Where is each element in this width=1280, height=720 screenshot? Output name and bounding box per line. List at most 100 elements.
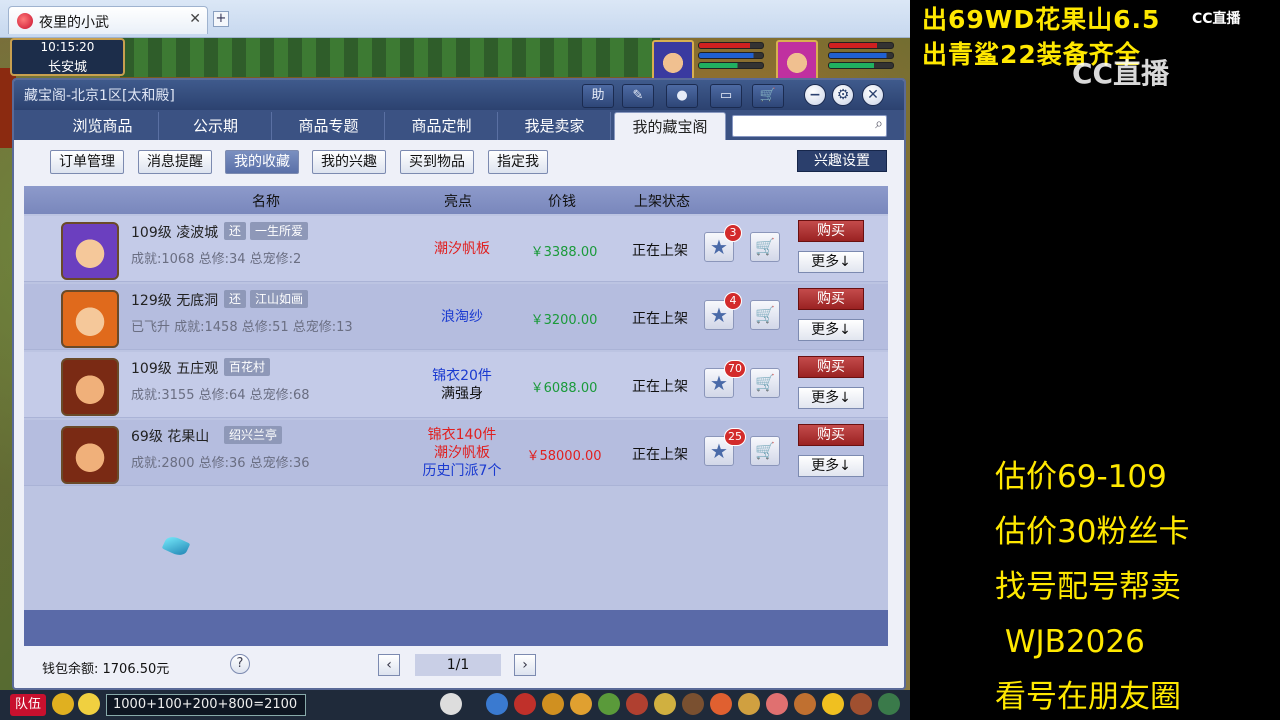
record-icon[interactable]: ● xyxy=(666,84,698,108)
treasure-pavilion-panel: 藏宝阁-北京1区[太和殿] 助 ✎ ● ▭ 🛒 − ⚙ ✕ 浏览商品 公示期 商… xyxy=(12,78,906,690)
more-button[interactable]: 更多↓ xyxy=(798,251,864,273)
browser-tab[interactable]: 夜里的小武 ✕ xyxy=(8,6,208,34)
character-avatar[interactable] xyxy=(61,426,119,484)
favorite-count-badge: 70 xyxy=(724,360,746,378)
tab-seller[interactable]: 我是卖家 xyxy=(499,112,611,140)
team-icon[interactable] xyxy=(598,693,620,715)
prev-page-button[interactable]: ‹ xyxy=(378,654,400,676)
add-to-cart-icon[interactable]: 🛒 xyxy=(750,232,780,262)
settings-gear-icon[interactable] xyxy=(878,693,900,715)
more-button[interactable]: 更多↓ xyxy=(798,387,864,409)
cart-icon[interactable]: 🛒 xyxy=(752,84,784,108)
task-icon[interactable] xyxy=(654,693,676,715)
pet-portrait[interactable] xyxy=(776,40,818,82)
buy-button[interactable]: 购买 xyxy=(798,288,864,310)
listing-status: 正在上架 xyxy=(632,379,688,395)
pet-exp-bar xyxy=(828,62,894,69)
table-row[interactable]: 109级 凌波城还一生所爱 成就:1068 总修:34 总宠修:2 潮汐帆板 ￥338… xyxy=(24,216,888,282)
chat-bubble-icon[interactable]: ▭ xyxy=(710,84,742,108)
settings-button[interactable]: ⚙ xyxy=(832,84,854,106)
add-to-cart-icon[interactable]: 🛒 xyxy=(750,300,780,330)
page-info: 1/1 xyxy=(415,654,501,676)
minimize-button[interactable]: − xyxy=(804,84,826,106)
orders-button[interactable]: 订单管理 xyxy=(50,150,124,174)
more-button[interactable]: 更多↓ xyxy=(798,455,864,477)
char-stats: 已飞升 成就:1458 总修:51 总宠修:13 xyxy=(131,320,353,335)
tab-my-pavilion[interactable]: 我的藏宝阁 xyxy=(614,112,726,140)
favorites-button[interactable]: 我的收藏 xyxy=(225,150,299,174)
smile-icon[interactable] xyxy=(822,693,844,715)
character-avatar[interactable] xyxy=(61,358,119,416)
item-icon[interactable] xyxy=(514,693,536,715)
next-page-button[interactable]: › xyxy=(514,654,536,676)
system-icon[interactable] xyxy=(850,693,872,715)
close-tab-icon[interactable]: ✕ xyxy=(189,11,201,27)
highlight-text: 潮汐帆板 xyxy=(434,445,490,461)
col-name: 名称 xyxy=(252,194,280,210)
close-button[interactable]: ✕ xyxy=(862,84,884,106)
team-button[interactable]: 队伍 xyxy=(10,694,46,716)
tab-custom[interactable]: 商品定制 xyxy=(386,112,498,140)
trade-icon[interactable] xyxy=(570,693,592,715)
browser-tab-title: 夜里的小武 xyxy=(39,15,109,31)
character-avatar[interactable] xyxy=(61,222,119,280)
player-mp-bar xyxy=(698,52,764,59)
quick-icon[interactable] xyxy=(710,693,732,715)
messages-button[interactable]: 消息提醒 xyxy=(138,150,212,174)
char-school: 无底洞 xyxy=(176,293,219,309)
add-to-cart-icon[interactable]: 🛒 xyxy=(750,368,780,398)
char-level-school: 129级 无底洞 xyxy=(131,290,218,310)
interests-button[interactable]: 我的兴趣 xyxy=(312,150,386,174)
highlight-text: 浪淘纱 xyxy=(441,309,483,325)
pencil-icon[interactable]: ✎ xyxy=(622,84,654,108)
search-icon[interactable]: ⌕ xyxy=(875,116,883,132)
gang-icon[interactable] xyxy=(682,693,704,715)
help-icon[interactable]: ? xyxy=(230,654,250,674)
char-school: 花果山 xyxy=(167,429,210,445)
help-button[interactable]: 助 xyxy=(582,84,614,108)
search-input[interactable]: ⌕ xyxy=(732,115,887,137)
more-button[interactable]: 更多↓ xyxy=(798,319,864,341)
designated-button[interactable]: 指定我 xyxy=(488,150,548,174)
col-price: 价钱 xyxy=(548,194,576,210)
tab-topics[interactable]: 商品专题 xyxy=(273,112,385,140)
buy-button[interactable]: 购买 xyxy=(798,424,864,446)
char-level-school: 109级 凌波城 xyxy=(131,222,218,242)
table-row[interactable]: 69级 花果山 绍兴兰亭 成就:2800 总修:36 总宠修:36 锦衣140件 潮汐帆… xyxy=(24,420,888,486)
pet-icon[interactable] xyxy=(440,693,462,715)
tab-browse[interactable]: 浏览商品 xyxy=(47,112,159,140)
attack-icon[interactable] xyxy=(486,693,508,715)
player-portrait[interactable] xyxy=(652,40,694,82)
buy-button[interactable]: 购买 xyxy=(798,220,864,242)
tab-public-period[interactable]: 公示期 xyxy=(160,112,272,140)
purchased-button[interactable]: 买到物品 xyxy=(400,150,474,174)
char-level: 109级 xyxy=(131,361,172,377)
character-avatar[interactable] xyxy=(61,290,119,348)
player-hp-bar xyxy=(698,42,764,49)
interest-settings-button[interactable]: 兴趣设置 xyxy=(797,150,887,172)
add-to-cart-icon[interactable]: 🛒 xyxy=(750,436,780,466)
table-row[interactable]: 129级 无底洞还江山如画 已飞升 成就:1458 总修:51 总宠修:13 浪淘纱… xyxy=(24,284,888,350)
pet-menu-icon[interactable] xyxy=(626,693,648,715)
player-sp-bar xyxy=(698,62,764,69)
table-row[interactable]: 109级 五庄观 百花村 成就:3155 总修:64 总宠修:68 锦衣20件 满强身 ￥… xyxy=(24,352,888,418)
highlight-text: 潮汐帆板 xyxy=(434,241,490,257)
info-line: WJB2026 xyxy=(995,624,1145,660)
new-tab-button[interactable]: + xyxy=(213,11,229,27)
buy-button[interactable]: 购买 xyxy=(798,356,864,378)
activity-icon[interactable] xyxy=(794,693,816,715)
listing-status: 正在上架 xyxy=(632,447,688,463)
price: ￥3200.00 xyxy=(530,313,598,328)
give-icon[interactable] xyxy=(542,693,564,715)
pet-mp-bar xyxy=(828,52,894,59)
emoji-icon[interactable] xyxy=(78,693,100,715)
pet-house-icon[interactable] xyxy=(766,693,788,715)
char-level: 129级 xyxy=(131,293,172,309)
friends-icon[interactable] xyxy=(738,693,760,715)
microphone-icon[interactable] xyxy=(52,693,74,715)
favorite-count-badge: 3 xyxy=(724,224,742,242)
char-school: 五庄观 xyxy=(176,361,219,377)
chat-input[interactable]: 1000+100+200+800=2100 xyxy=(106,694,306,716)
mouse-cursor-icon xyxy=(161,533,191,559)
panel-title-bar[interactable]: 藏宝阁-北京1区[太和殿] 助 ✎ ● ▭ 🛒 − ⚙ ✕ xyxy=(14,80,904,110)
